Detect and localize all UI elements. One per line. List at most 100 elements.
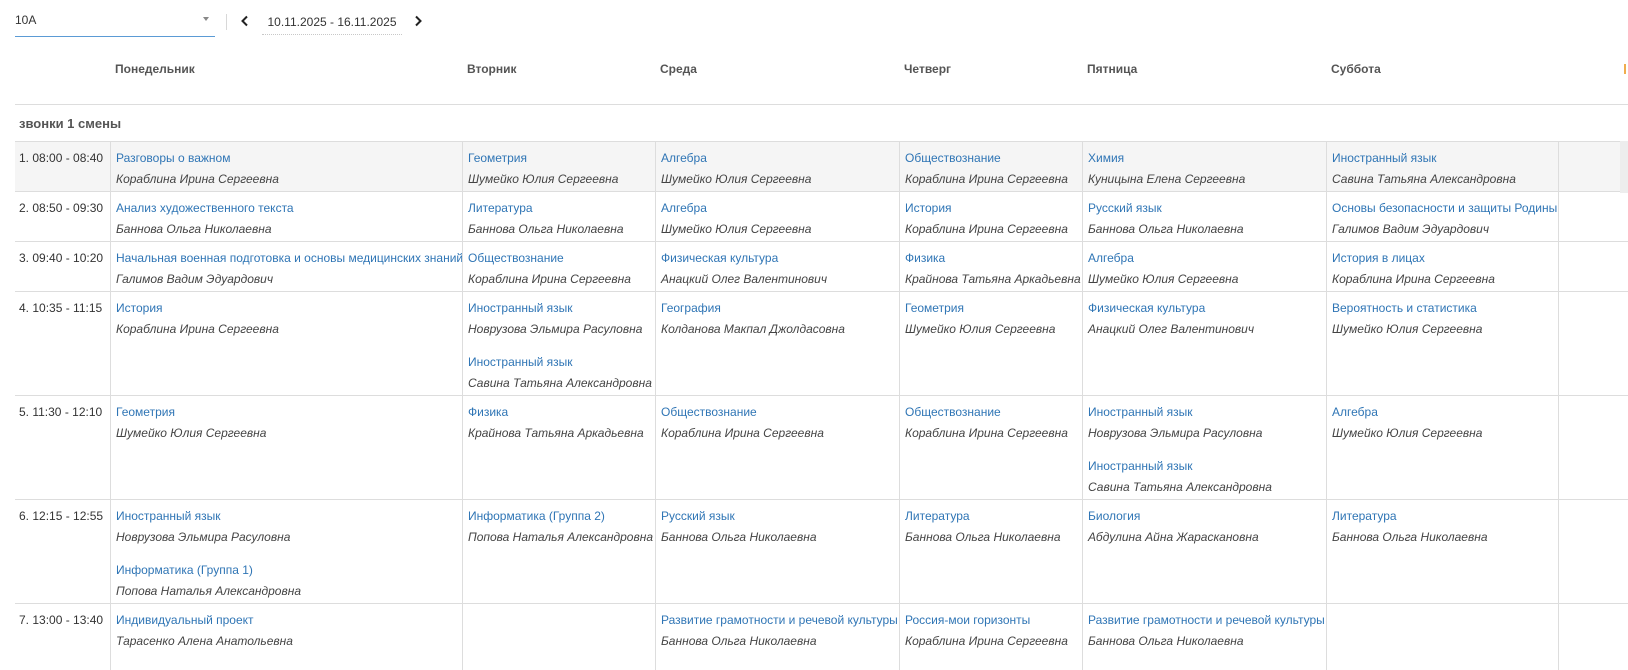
lesson-subject-link[interactable]: Геометрия [116, 405, 266, 419]
lesson-subject-link[interactable]: Литература [468, 201, 624, 215]
lesson-subject-link[interactable]: Иностранный язык [116, 509, 290, 523]
lesson-subject-link[interactable]: Иностранный язык [1088, 459, 1272, 473]
lesson-subject-link[interactable]: История [116, 301, 279, 315]
cell-wednesday: Русский язык Баннова Ольга Николаевна [655, 500, 899, 603]
lesson-subject-link[interactable]: Иностранный язык [468, 301, 642, 315]
cell-thursday: Геометрия Шумейко Юлия Сергеевна [899, 292, 1082, 395]
cell-saturday: Алгебра Шумейко Юлия Сергеевна [1326, 396, 1558, 499]
cell-overflow [1558, 242, 1628, 291]
caret-down-icon [203, 17, 209, 21]
lesson-subject-link[interactable]: Русский язык [1088, 201, 1244, 215]
period-row: 1. 08:00 - 08:40 Разговоры о важном Корабл… [15, 141, 1628, 191]
date-range[interactable]: 10.11.2025 - 16.11.2025 [262, 9, 402, 35]
cell-overflow [1558, 292, 1628, 395]
period-row: 2. 08:50 - 09:30 Анализ художественного т… [15, 191, 1628, 241]
cell-saturday: Иностранный язык Савина Татьяна Александр… [1326, 142, 1558, 191]
cell-tuesday: Информатика (Группа 2) Попова Наталья Але… [462, 500, 655, 603]
lesson-subject-link[interactable]: География [661, 301, 845, 315]
lesson-subject-link[interactable]: Геометрия [468, 151, 618, 165]
lesson-subject-link[interactable]: Алгебра [661, 201, 811, 215]
class-select[interactable]: 10А [15, 6, 215, 37]
next-week-button[interactable] [410, 13, 426, 29]
lesson-subject-link[interactable]: Физическая культура [661, 251, 827, 265]
lesson-subject-link[interactable]: Химия [1088, 151, 1245, 165]
lesson-subject-link[interactable]: Россия-мои горизонты [905, 613, 1068, 627]
cell-monday: Иностранный язык Новрузова Эльмира Расуло… [110, 500, 462, 603]
lesson: Информатика (Группа 1) Попова Наталья Але… [116, 563, 301, 598]
period-row: 6. 12:15 - 12:55 Иностранный язык Новрузов… [15, 499, 1628, 603]
lesson-subject-link[interactable]: Физика [468, 405, 644, 419]
lesson-teacher: Новрузова Эльмира Расуловна [468, 322, 643, 336]
lesson-subject-link[interactable]: Анализ художественного текста [116, 201, 294, 215]
lesson-subject-link[interactable]: Разговоры о важном [116, 151, 279, 165]
cell-thursday: История Кораблина Ирина Сергеевна [899, 192, 1082, 241]
cell-thursday: Физика Крайнова Татьяна Аркадьевна [899, 242, 1082, 291]
cell-overflow [1558, 604, 1628, 670]
lesson-subject-link[interactable]: Иностранный язык [468, 355, 652, 369]
period-time: 1. 08:00 - 08:40 [19, 151, 104, 165]
lesson-teacher: Баннова Ольга Николаевна [661, 530, 817, 544]
lesson-subject-link[interactable]: Обществознание [661, 405, 824, 419]
days-header: Понедельник Вторник Среда Четверг Пятниц… [15, 48, 1628, 105]
lesson-subject-link[interactable]: Алгебра [661, 151, 811, 165]
day-header-monday: Понедельник [115, 62, 195, 76]
period-time: 7. 13:00 - 13:40 [19, 613, 104, 627]
day-header-thursday: Четверг [904, 62, 952, 76]
cell-thursday: Обществознание Кораблина Ирина Сергеевна [899, 396, 1082, 499]
lesson-teacher: Попова Наталья Александровна [468, 530, 653, 544]
cell-tuesday: Физика Крайнова Татьяна Аркадьевна [462, 396, 655, 499]
lesson: Обществознание Кораблина Ирина Сергеевна [905, 405, 1068, 440]
lesson-subject-link[interactable]: Иностранный язык [1332, 151, 1516, 165]
lesson-teacher: Анацкий Олег Валентинович [661, 272, 828, 286]
lesson-subject-link[interactable]: Русский язык [661, 509, 817, 523]
lesson-subject-link[interactable]: Физика [905, 251, 1081, 265]
lesson-teacher: Куницына Елена Сергеевна [1088, 172, 1246, 186]
lesson: Геометрия Шумейко Юлия Сергеевна [468, 151, 618, 186]
lesson-teacher: Кораблина Ирина Сергеевна [116, 322, 279, 336]
lesson: Обществознание Кораблина Ирина Сергеевна [661, 405, 824, 440]
lesson-subject-link[interactable]: Обществознание [905, 405, 1068, 419]
lesson: Развитие грамотности и речевой культуры Б… [661, 613, 898, 648]
lesson-subject-link[interactable]: Литература [905, 509, 1061, 523]
prev-week-button[interactable] [237, 13, 253, 29]
lesson-subject-link[interactable]: Физическая культура [1088, 301, 1254, 315]
cell-monday: Геометрия Шумейко Юлия Сергеевна [110, 396, 462, 499]
cell-friday: Русский язык Баннова Ольга Николаевна [1082, 192, 1326, 241]
lesson: Иностранный язык Савина Татьяна Александр… [468, 355, 652, 390]
lesson: Физическая культура Анацкий Олег Валентин… [1088, 301, 1254, 336]
lesson-subject-link[interactable]: Информатика (Группа 1) [116, 563, 301, 577]
lesson: Начальная военная подготовка и основы ме… [116, 251, 463, 286]
lesson-subject-link[interactable]: Информатика (Группа 2) [468, 509, 653, 523]
lesson-subject-link[interactable]: Индивидуальный проект [116, 613, 293, 627]
lesson-subject-link[interactable]: Основы безопасности и защиты Родины [1332, 201, 1557, 215]
lesson-subject-link[interactable]: Обществознание [905, 151, 1068, 165]
cell-friday: Химия Куницына Елена Сергеевна [1082, 142, 1326, 191]
toolbar-divider [226, 14, 227, 30]
lesson-teacher: Галимов Вадим Эдуардович [116, 272, 274, 286]
lesson-subject-link[interactable]: Развитие грамотности и речевой культуры [661, 613, 898, 627]
cell-monday: Анализ художественного текста Баннова Оль… [110, 192, 462, 241]
cell-overflow [1558, 396, 1628, 499]
lesson-subject-link[interactable]: История [905, 201, 1068, 215]
lesson-subject-link[interactable]: Обществознание [468, 251, 631, 265]
schedule-grid: 1. 08:00 - 08:40 Разговоры о важном Корабл… [15, 141, 1628, 670]
cell-monday: История Кораблина Ирина Сергеевна [110, 292, 462, 395]
lesson-teacher: Крайнова Татьяна Аркадьевна [468, 426, 644, 440]
lesson-subject-link[interactable]: Алгебра [1332, 405, 1482, 419]
lesson: Геометрия Шумейко Юлия Сергеевна [116, 405, 266, 440]
cell-tuesday: Литература Баннова Ольга Николаевна [462, 192, 655, 241]
lesson-subject-link[interactable]: Вероятность и статистика [1332, 301, 1482, 315]
cell-thursday: Литература Баннова Ольга Николаевна [899, 500, 1082, 603]
lesson-subject-link[interactable]: Биология [1088, 509, 1259, 523]
lesson-teacher: Баннова Ольга Николаевна [1088, 222, 1244, 236]
lesson-subject-link[interactable]: Геометрия [905, 301, 1055, 315]
lesson: География Колданова Макпал Джолдасовна [661, 301, 845, 336]
cell-tuesday: Геометрия Шумейко Юлия Сергеевна [462, 142, 655, 191]
lesson-subject-link[interactable]: Развитие грамотности и речевой культуры [1088, 613, 1325, 627]
lesson-subject-link[interactable]: Алгебра [1088, 251, 1238, 265]
lesson-subject-link[interactable]: Начальная военная подготовка и основы ме… [116, 251, 463, 265]
lesson-subject-link[interactable]: Литература [1332, 509, 1488, 523]
lesson-teacher: Шумейко Юлия Сергеевна [661, 172, 812, 186]
lesson-subject-link[interactable]: Иностранный язык [1088, 405, 1262, 419]
lesson-subject-link[interactable]: История в лицах [1332, 251, 1495, 265]
